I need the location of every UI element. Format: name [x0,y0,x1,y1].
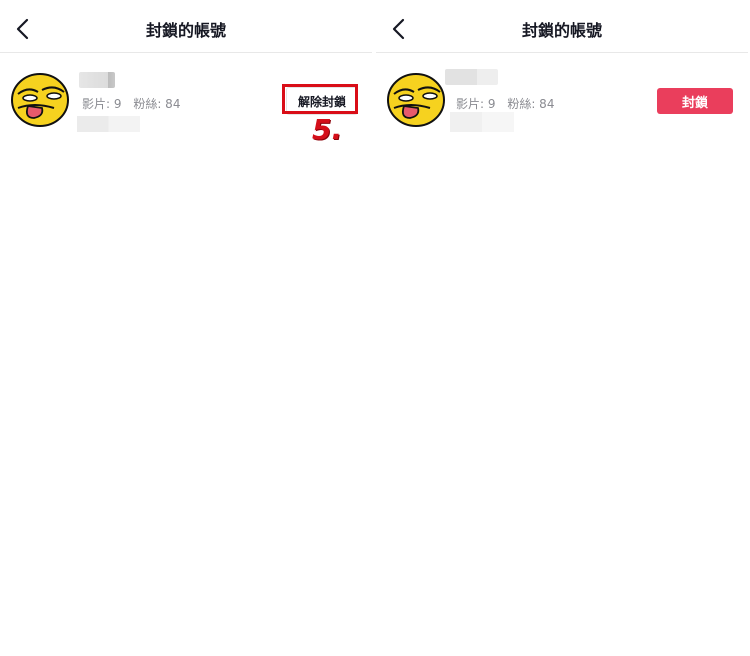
videos-count: 影片: 9 [456,97,496,111]
avatar[interactable] [10,72,70,128]
page-title: 封鎖的帳號 [521,21,602,40]
username-redacted [445,69,498,85]
page-title: 封鎖的帳號 [145,21,226,40]
followers-count: 粉絲: 84 [133,97,181,111]
block-button[interactable]: 封鎖 [657,88,733,114]
followers-count: 粉絲: 84 [507,97,555,111]
highlight-box [282,84,358,114]
bio-redacted [77,116,140,132]
step-label: 5. [312,113,343,146]
header: 封鎖的帳號 [0,0,372,53]
videos-count: 影片: 9 [82,97,122,111]
avatar[interactable] [386,72,446,128]
header: 封鎖的帳號 [376,0,748,53]
username-redacted [79,72,115,88]
left-screen: 封鎖的帳號 影片: 9 粉絲: 84 解除封鎖 5. [0,0,372,656]
user-stats: 影片: 9 粉絲: 84 [456,95,562,112]
user-stats: 影片: 9 粉絲: 84 [82,95,188,112]
bio-redacted [450,112,514,132]
right-screen: 封鎖的帳號 影片: 9 粉絲: 84 封鎖 [376,0,748,656]
